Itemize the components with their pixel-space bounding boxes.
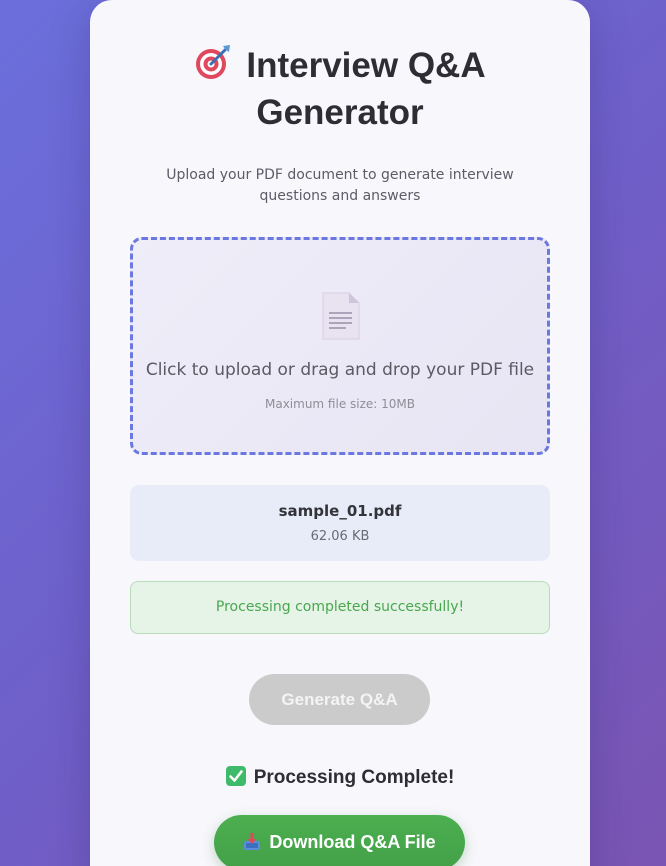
download-icon (243, 818, 261, 850)
upload-prompt: Click to upload or drag and drop your PD… (145, 360, 535, 380)
download-qa-label: Download Q&A File (269, 832, 436, 852)
page-subtitle: Upload your PDF document to generate int… (166, 167, 514, 204)
file-size: 62.06 KB (310, 529, 370, 544)
target-icon (194, 43, 232, 81)
page-title: Interview Q&A Generator (90, 42, 590, 136)
main-card: Interview Q&A Generator Upload your PDF … (90, 0, 590, 866)
selected-file-info: sample_01.pdf 62.06 KB (130, 485, 550, 561)
processing-complete-heading: Processing Complete! (90, 764, 590, 792)
generate-qa-button[interactable]: Generate Q&A (249, 674, 430, 725)
document-icon (322, 292, 360, 340)
checkmark-icon (225, 766, 246, 786)
processing-complete-label: Processing Complete! (253, 767, 455, 788)
title-line-1: Interview Q&A (246, 46, 486, 85)
download-qa-button[interactable]: Download Q&A File (214, 815, 465, 866)
upload-size-hint: Maximum file size: 10MB (264, 397, 415, 411)
pdf-upload-dropzone[interactable]: Click to upload or drag and drop your PD… (130, 237, 550, 455)
title-line-2: Generator (256, 93, 424, 132)
success-message: Processing completed successfully! (130, 581, 550, 634)
file-name: sample_01.pdf (278, 502, 402, 520)
